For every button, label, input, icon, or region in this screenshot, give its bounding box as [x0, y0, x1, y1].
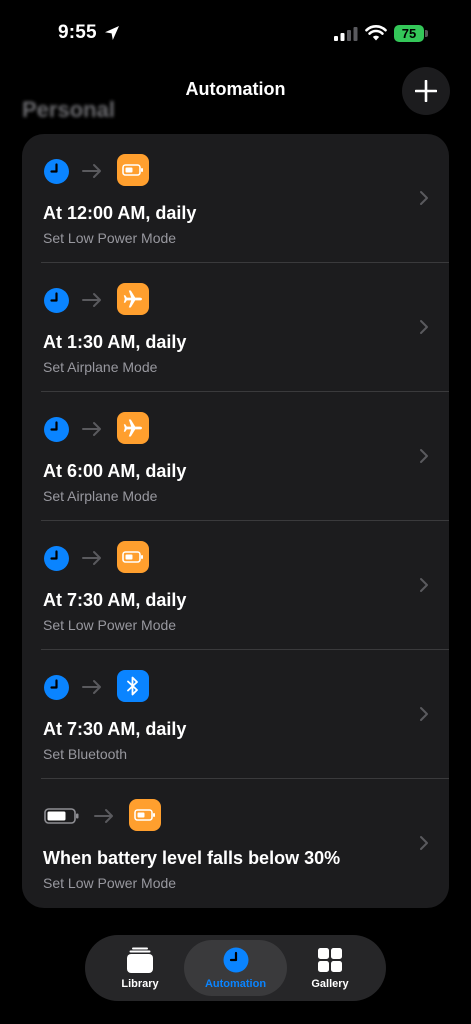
automation-subtitle: Set Low Power Mode [43, 617, 177, 633]
arrow-right-icon [82, 164, 101, 178]
clock-icon [44, 675, 69, 700]
tab-bar: Library Automation Gallery [85, 935, 386, 1001]
chevron-right-icon [420, 578, 428, 592]
automation-row[interactable]: When battery level falls below 30% Set L… [22, 779, 449, 908]
automation-subtitle: Set Bluetooth [43, 746, 128, 762]
status-time: 9:55 [58, 22, 97, 43]
arrow-right-icon [94, 809, 113, 823]
gallery-grid-icon [318, 947, 342, 972]
arrow-right-icon [82, 680, 101, 694]
plus-icon [415, 80, 437, 102]
automation-title: At 7:30 AM, daily [43, 590, 187, 610]
automation-subtitle: Set Airplane Mode [43, 488, 158, 504]
wifi-icon [365, 25, 387, 41]
automation-title: At 1:30 AM, daily [43, 332, 187, 352]
clock-icon [223, 947, 248, 972]
clock-icon [44, 159, 69, 184]
clock-icon [44, 288, 69, 313]
automation-subtitle: Set Low Power Mode [43, 230, 177, 246]
battery-tip-icon [425, 30, 428, 37]
cellular-signal-icon [334, 27, 358, 41]
add-automation-button[interactable] [402, 67, 450, 115]
arrow-right-icon [82, 551, 101, 565]
tab-gallery[interactable]: Gallery [285, 940, 375, 996]
automation-row[interactable]: At 12:00 AM, daily Set Low Power Mode [22, 134, 449, 263]
chevron-right-icon [420, 707, 428, 721]
tab-automation[interactable]: Automation [184, 940, 287, 996]
tab-library[interactable]: Library [95, 940, 185, 996]
automation-title: When battery level falls below 30% [43, 848, 341, 868]
tab-label: Library [121, 977, 159, 990]
arrow-right-icon [82, 293, 101, 307]
automation-title: At 7:30 AM, daily [43, 719, 187, 739]
automation-title: At 12:00 AM, daily [43, 203, 197, 223]
automation-row[interactable]: At 1:30 AM, daily Set Airplane Mode [22, 263, 449, 392]
bluetooth-icon [117, 670, 149, 702]
chevron-right-icon [420, 449, 428, 463]
chevron-right-icon [420, 320, 428, 334]
battery-icon [44, 808, 79, 824]
automation-row[interactable]: At 7:30 AM, daily Set Low Power Mode [22, 521, 449, 650]
low-power-battery-icon [117, 541, 149, 573]
low-power-battery-icon [129, 799, 161, 831]
automation-title: At 6:00 AM, daily [43, 461, 187, 481]
section-heading: Personal [22, 97, 115, 122]
automation-row[interactable]: At 6:00 AM, daily Set Airplane Mode [22, 392, 449, 521]
chevron-right-icon [420, 836, 428, 850]
airplane-icon [117, 412, 149, 444]
automation-subtitle: Set Airplane Mode [43, 359, 158, 375]
battery-level-badge: 75 [394, 25, 424, 42]
tab-label: Automation [204, 977, 267, 990]
low-power-battery-icon [117, 154, 149, 186]
location-arrow-icon [105, 26, 119, 40]
arrow-right-icon [82, 422, 101, 436]
chevron-right-icon [420, 191, 428, 205]
clock-icon [44, 546, 69, 571]
automations-list: At 12:00 AM, daily Set Low Power Mode At… [22, 134, 449, 908]
automation-row[interactable]: At 7:30 AM, daily Set Bluetooth [22, 650, 449, 779]
airplane-icon [117, 283, 149, 315]
automation-subtitle: Set Low Power Mode [43, 875, 177, 891]
status-bar: 9:55 75 [0, 0, 471, 64]
library-stack-icon [127, 947, 153, 973]
clock-icon [44, 417, 69, 442]
tab-label: Gallery [311, 977, 349, 990]
